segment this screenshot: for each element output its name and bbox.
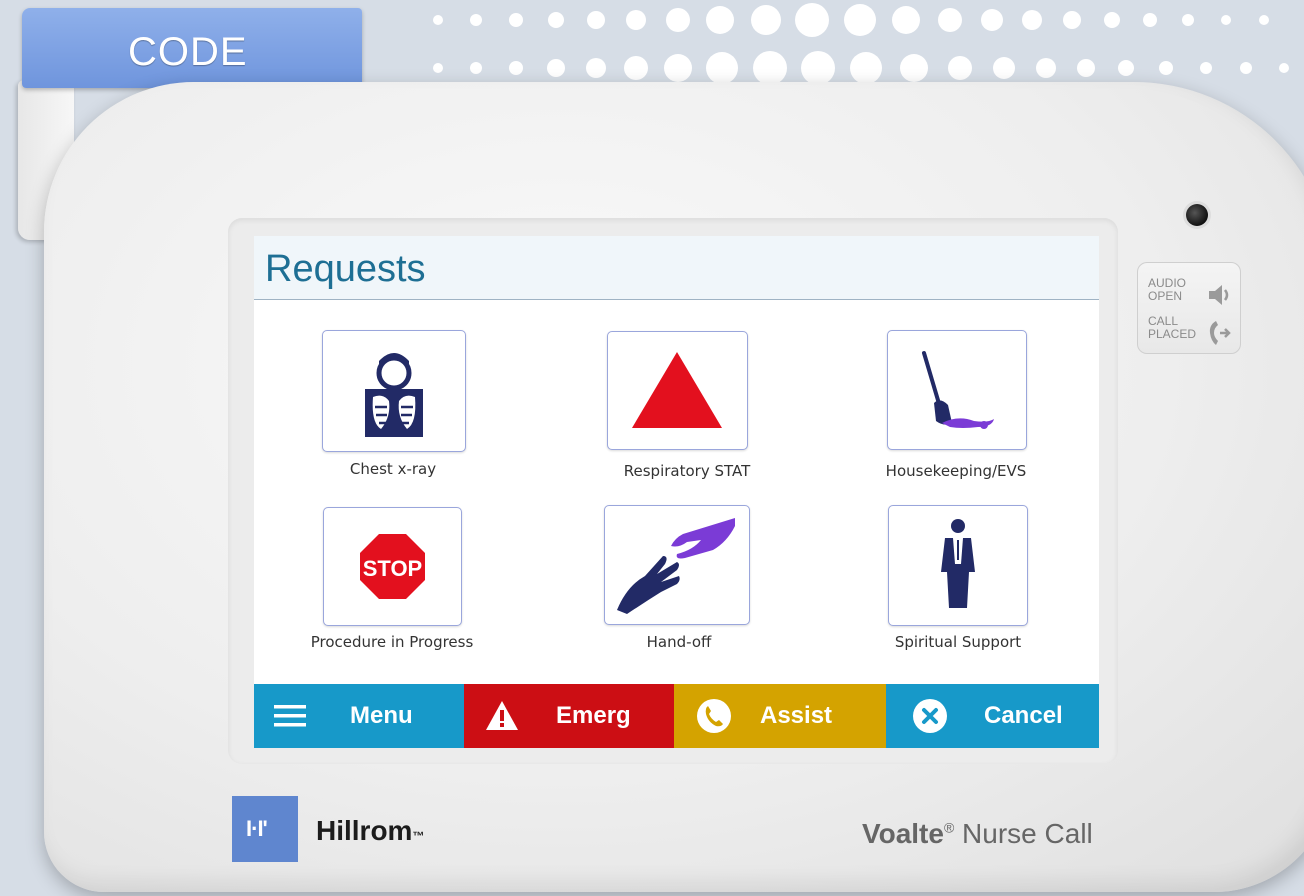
cancel-button[interactable]: Cancel xyxy=(886,684,1099,748)
tile-respiratory-stat[interactable] xyxy=(607,331,748,450)
tile-label-chest-xray: Chest x-ray xyxy=(349,460,437,478)
product-name-rest: Nurse Call xyxy=(954,818,1093,849)
product-name-bold: Voalte xyxy=(862,818,944,849)
person-icon xyxy=(941,519,975,608)
phone-icon xyxy=(697,699,731,733)
tile-housekeeping[interactable] xyxy=(887,330,1027,450)
mop-icon xyxy=(922,351,994,429)
tile-procedure-in-progress[interactable]: STOP xyxy=(323,507,462,626)
tile-label-procedure: Procedure in Progress xyxy=(310,633,474,651)
hands-icon xyxy=(617,518,735,614)
menu-icon xyxy=(274,705,306,727)
speaker-icon xyxy=(1209,285,1229,305)
status-indicators: AUDIO OPEN CALL PLACED xyxy=(1137,262,1241,354)
page-title: Requests xyxy=(265,248,426,290)
camera-lens xyxy=(1186,204,1208,226)
tile-label-spiritual-support: Spiritual Support xyxy=(894,633,1022,651)
company-tm: ™ xyxy=(412,829,425,843)
tile-chest-xray[interactable] xyxy=(322,330,466,452)
tile-spiritual-support[interactable] xyxy=(888,505,1028,626)
call-placed-indicator: CALL PLACED xyxy=(1148,315,1238,351)
stop-sign-text: STOP xyxy=(363,556,423,581)
emerg-button[interactable]: Emerg xyxy=(464,684,674,748)
audio-open-line2: OPEN xyxy=(1148,289,1183,303)
call-placed-line2: PLACED xyxy=(1148,327,1197,341)
stop-sign-icon: STOP xyxy=(360,534,425,599)
call-placed-icon xyxy=(1209,321,1231,345)
hillrom-wordmark: Hillrom™ xyxy=(316,815,424,847)
menu-button[interactable]: Menu xyxy=(254,684,464,748)
chest-xray-icon xyxy=(365,353,423,437)
warning-icon xyxy=(486,701,518,730)
product-name: Voalte® Nurse Call xyxy=(862,818,1093,850)
red-triangle-icon xyxy=(632,352,722,428)
emerg-button-label: Emerg xyxy=(556,702,631,729)
assist-button[interactable]: Assist xyxy=(674,684,886,748)
assist-button-label: Assist xyxy=(760,702,833,729)
tile-hand-off[interactable] xyxy=(604,505,750,625)
company-name: Hillrom xyxy=(316,815,413,846)
cancel-button-label: Cancel xyxy=(984,702,1063,729)
tile-label-hand-off: Hand-off xyxy=(646,633,712,651)
audio-open-indicator: AUDIO OPEN xyxy=(1148,277,1238,313)
product-reg-mark: ® xyxy=(943,819,955,836)
cancel-icon xyxy=(913,699,947,733)
menu-button-label: Menu xyxy=(350,702,413,729)
hillrom-logo: I·I' xyxy=(232,796,298,862)
tile-label-housekeeping: Housekeeping/EVS xyxy=(885,462,1027,480)
action-bar: Menu Emerg Assist Cancel xyxy=(254,684,1099,748)
hillrom-logo-mark: I·I' xyxy=(246,816,268,841)
code-tab: CODE xyxy=(22,8,362,88)
code-tab-label: CODE xyxy=(128,30,248,74)
touch-screen: Requests Chest x-ray Respiratory STAT Ho… xyxy=(254,236,1099,748)
tile-label-respiratory-stat: Respiratory STAT xyxy=(623,462,751,480)
screen-header: Requests xyxy=(254,236,1099,300)
